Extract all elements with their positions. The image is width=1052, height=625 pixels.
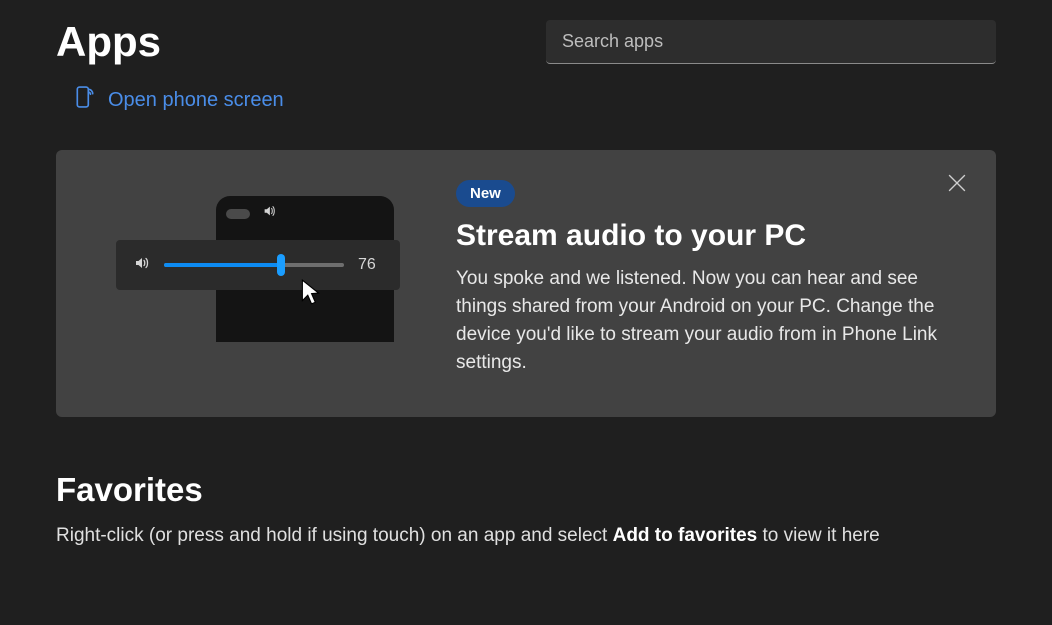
stream-audio-banner: 76 New Stream audio to your PC You spoke…	[56, 150, 996, 417]
page-title: Apps	[56, 18, 161, 66]
open-phone-screen-label: Open phone screen	[108, 89, 284, 112]
open-phone-screen-link[interactable]: Open phone screen	[76, 86, 284, 114]
banner-title: Stream audio to your PC	[456, 219, 942, 253]
volume-slider: 76	[116, 240, 400, 290]
cursor-icon	[300, 278, 322, 311]
new-badge: New	[456, 180, 515, 207]
volume-value: 76	[358, 256, 382, 274]
favorites-hint: Right-click (or press and hold if using …	[56, 525, 996, 547]
close-banner-button[interactable]	[948, 174, 966, 197]
favorites-heading: Favorites	[56, 471, 996, 509]
phone-icon	[76, 86, 94, 114]
speaker-icon	[134, 255, 150, 276]
banner-description: You spoke and we listened. Now you can h…	[456, 265, 942, 377]
search-input[interactable]	[546, 20, 996, 64]
banner-illustration: 76	[116, 196, 400, 360]
speaker-icon	[262, 204, 276, 221]
